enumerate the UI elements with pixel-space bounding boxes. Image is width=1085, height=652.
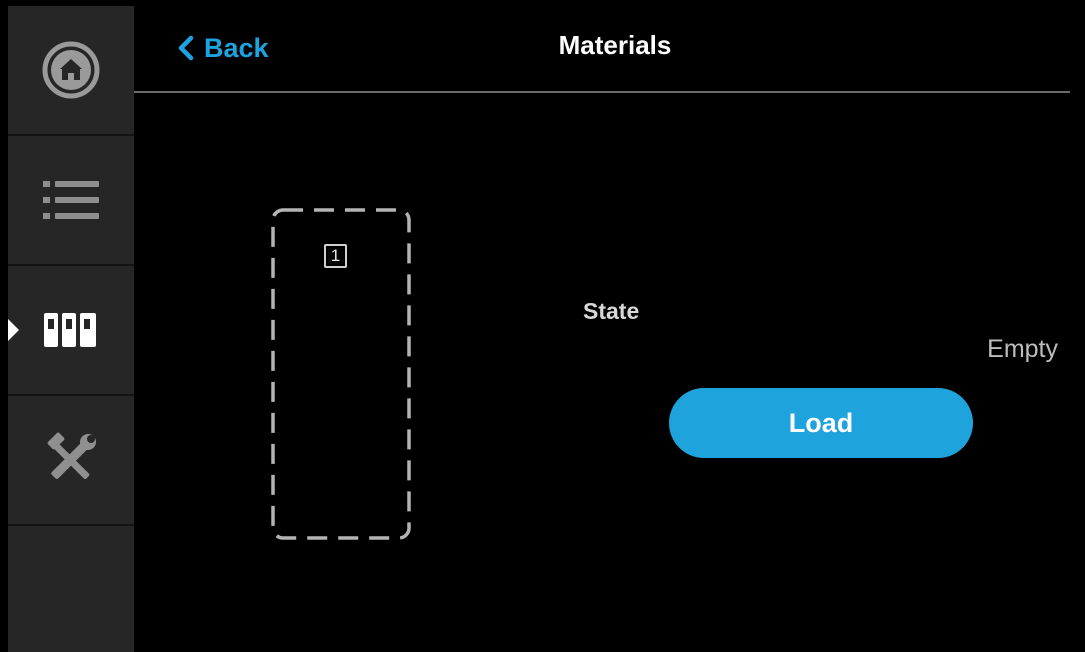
state-value: Empty: [987, 335, 1058, 363]
list-icon: [43, 181, 99, 219]
sidebar-item-materials[interactable]: [8, 266, 134, 396]
sidebar-item-list[interactable]: [8, 136, 134, 266]
back-button[interactable]: Back: [176, 28, 269, 68]
header-divider: [134, 91, 1070, 93]
home-icon: [42, 41, 100, 99]
back-label: Back: [204, 32, 269, 63]
sidebar-nav: [8, 6, 134, 652]
tools-icon: [47, 432, 96, 479]
page-title: Materials: [558, 30, 672, 60]
materials-icon: [44, 313, 96, 347]
slot-number-badge: 1: [324, 244, 347, 268]
load-button[interactable]: Load: [669, 388, 973, 458]
sidebar-item-tools[interactable]: [8, 396, 134, 526]
chevron-left-icon: [178, 35, 194, 61]
state-label: State: [583, 298, 640, 324]
sidebar-item-home[interactable]: [8, 6, 134, 136]
